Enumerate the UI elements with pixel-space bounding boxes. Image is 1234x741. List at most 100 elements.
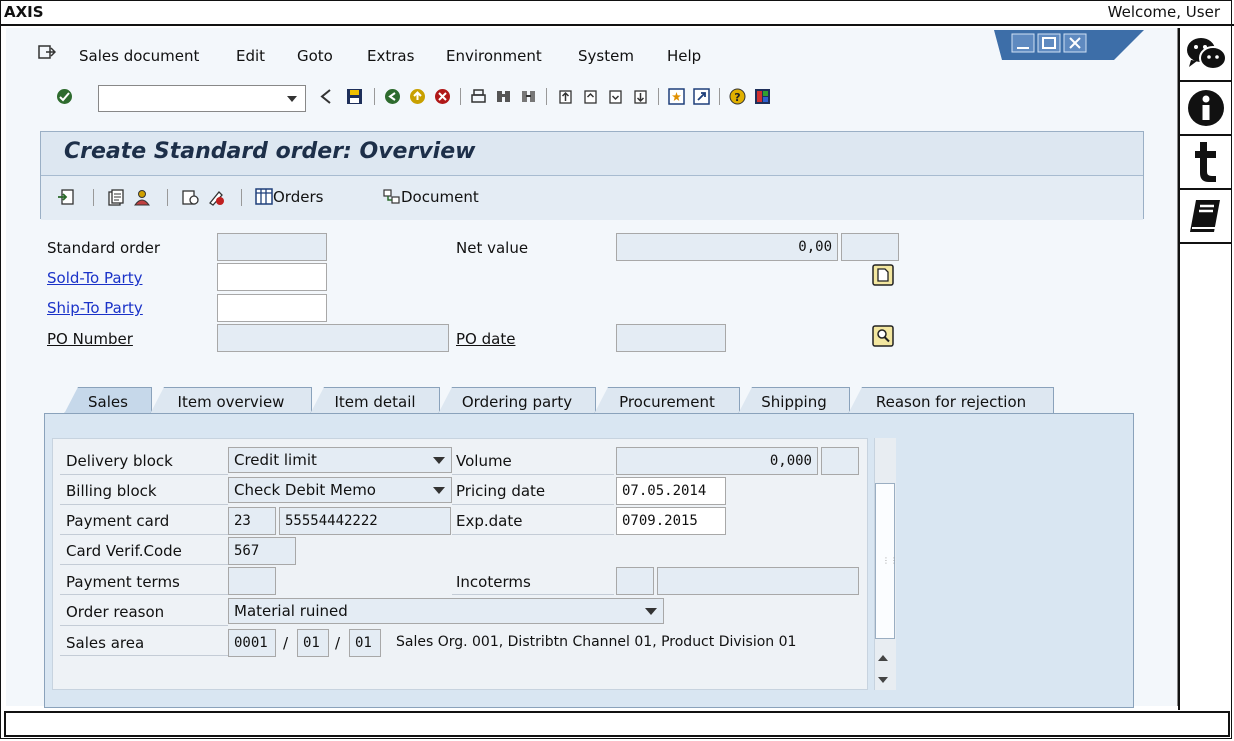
- scrollbar-thumb[interactable]: ⋮⋮: [875, 483, 898, 639]
- menu-environment[interactable]: Environment: [446, 47, 542, 65]
- card-verif-code-field[interactable]: 567: [228, 537, 296, 565]
- next-page-icon[interactable]: [607, 88, 624, 105]
- net-value-field: 0,00: [616, 233, 838, 261]
- header-detail-icon[interactable]: [107, 189, 125, 210]
- billing-block-select[interactable]: Check Debit Memo: [228, 477, 452, 503]
- back-icon[interactable]: [384, 88, 401, 105]
- exit-icon[interactable]: [409, 88, 426, 105]
- chat-icon[interactable]: [1180, 28, 1232, 82]
- cancel-icon[interactable]: [434, 88, 451, 105]
- chevron-down-icon[interactable]: [287, 96, 297, 102]
- tab-sales[interactable]: Sales: [64, 387, 152, 414]
- tab-item-detail[interactable]: Item detail: [310, 387, 440, 414]
- po-number-input[interactable]: [217, 324, 449, 352]
- ship-to-party-input[interactable]: [217, 294, 327, 322]
- orders-button[interactable]: Orders: [255, 188, 323, 206]
- welcome-text: Welcome, User: [1107, 3, 1220, 21]
- menu-extras[interactable]: Extras: [367, 47, 414, 65]
- chevron-down-icon: [645, 608, 657, 615]
- order-reason-select[interactable]: Material ruined: [228, 598, 664, 624]
- document-icon[interactable]: [872, 264, 894, 290]
- book-icon[interactable]: [1180, 190, 1232, 244]
- first-page-icon[interactable]: [557, 88, 574, 105]
- standard-order-field[interactable]: [217, 233, 327, 261]
- payment-card-type-field[interactable]: 23: [228, 507, 276, 535]
- card-verif-code-label: Card Verif.Code: [66, 542, 182, 560]
- menu-system[interactable]: System: [578, 47, 634, 65]
- display-doc-flow-icon[interactable]: [57, 189, 75, 210]
- exp-date-label: Exp.date: [456, 512, 523, 530]
- sales-area-label: Sales area: [66, 634, 145, 652]
- business-partner-icon[interactable]: [133, 189, 151, 210]
- menu-sales-document[interactable]: Sales document: [79, 47, 199, 65]
- shortcut-icon[interactable]: [693, 88, 710, 105]
- scroll-up-icon[interactable]: [878, 655, 888, 661]
- svg-text:?: ?: [734, 91, 740, 104]
- currency-field: [841, 233, 899, 261]
- distribution-channel-field[interactable]: 01: [297, 629, 329, 657]
- previous-page-icon[interactable]: [582, 88, 599, 105]
- delivery-block-select[interactable]: Credit limit: [228, 447, 452, 473]
- sales-area-description: Sales Org. 001, Distribtn Channel 01, Pr…: [396, 634, 797, 650]
- maximize-icon[interactable]: [1038, 34, 1060, 52]
- payment-terms-field[interactable]: [228, 567, 276, 595]
- delivery-block-value: Credit limit: [234, 451, 317, 469]
- tab-shipping[interactable]: Shipping: [738, 387, 850, 414]
- display-detail-icon[interactable]: [872, 325, 894, 351]
- print-icon[interactable]: [470, 88, 487, 105]
- orders-label: Orders: [273, 188, 324, 206]
- menu-goto[interactable]: Goto: [297, 47, 333, 65]
- payment-card-number-field[interactable]: 55554442222: [279, 507, 451, 535]
- payment-terms-label: Payment terms: [66, 573, 180, 591]
- enter-check-icon[interactable]: [56, 88, 73, 105]
- po-date-label: PO date: [456, 330, 516, 348]
- find-next-icon[interactable]: [520, 88, 537, 105]
- exp-date-input[interactable]: 0709.2015: [616, 507, 726, 535]
- po-number-label: PO Number: [47, 330, 133, 348]
- tumblr-icon[interactable]: [1180, 136, 1232, 190]
- ship-to-party-link[interactable]: Ship-To Party: [47, 299, 143, 317]
- pricing-date-input[interactable]: 07.05.2014: [616, 477, 726, 505]
- volume-unit-field: [821, 447, 859, 475]
- incoterms-place-field[interactable]: [657, 567, 859, 595]
- create-session-icon[interactable]: [668, 88, 685, 105]
- right-icon-bar: [1178, 28, 1232, 710]
- application-toolbar: Orders Document: [41, 175, 1143, 220]
- tab-procurement[interactable]: Procurement: [594, 387, 740, 414]
- menu-exit-icon[interactable]: [38, 44, 57, 64]
- po-date-input[interactable]: [616, 324, 726, 352]
- tab-reason-for-rejection[interactable]: Reason for rejection: [848, 387, 1054, 414]
- close-icon[interactable]: [1064, 34, 1086, 52]
- layout-menu-icon[interactable]: [754, 88, 771, 105]
- last-page-icon[interactable]: [632, 88, 649, 105]
- help-icon[interactable]: ?: [729, 88, 746, 105]
- info-icon[interactable]: [1180, 82, 1232, 136]
- delete-item-icon[interactable]: [207, 189, 225, 210]
- tab-item-overview[interactable]: Item overview: [150, 387, 312, 414]
- save-icon[interactable]: [346, 88, 363, 105]
- back-arrow-icon[interactable]: [319, 88, 336, 105]
- document-label: Document: [401, 188, 479, 206]
- sold-to-party-link[interactable]: Sold-To Party: [47, 269, 142, 287]
- minimize-icon[interactable]: [1012, 34, 1034, 52]
- incoterms-code-field[interactable]: [616, 567, 654, 595]
- tab-ordering-party[interactable]: Ordering party: [438, 387, 596, 414]
- sales-org-field[interactable]: 0001: [228, 629, 276, 657]
- scroll-down-icon[interactable]: [878, 677, 888, 683]
- menu-edit[interactable]: Edit: [236, 47, 265, 65]
- window-controls: [994, 30, 1144, 60]
- menu-help[interactable]: Help: [667, 47, 701, 65]
- document-button[interactable]: Document: [383, 188, 479, 206]
- find-icon[interactable]: [495, 88, 512, 105]
- top-bar: AXIS Welcome, User: [0, 0, 1234, 26]
- order-reason-label: Order reason: [66, 603, 165, 621]
- incoterms-label: Incoterms: [456, 573, 531, 591]
- division-field[interactable]: 01: [349, 629, 381, 657]
- volume-field: 0,000: [616, 447, 818, 475]
- sold-to-party-input[interactable]: [217, 263, 327, 291]
- page-title: Create Standard order: Overview: [64, 139, 476, 164]
- item-detail-icon[interactable]: [181, 189, 199, 210]
- volume-label: Volume: [456, 452, 512, 470]
- standard-order-label: Standard order: [47, 239, 161, 257]
- command-field[interactable]: [98, 85, 306, 112]
